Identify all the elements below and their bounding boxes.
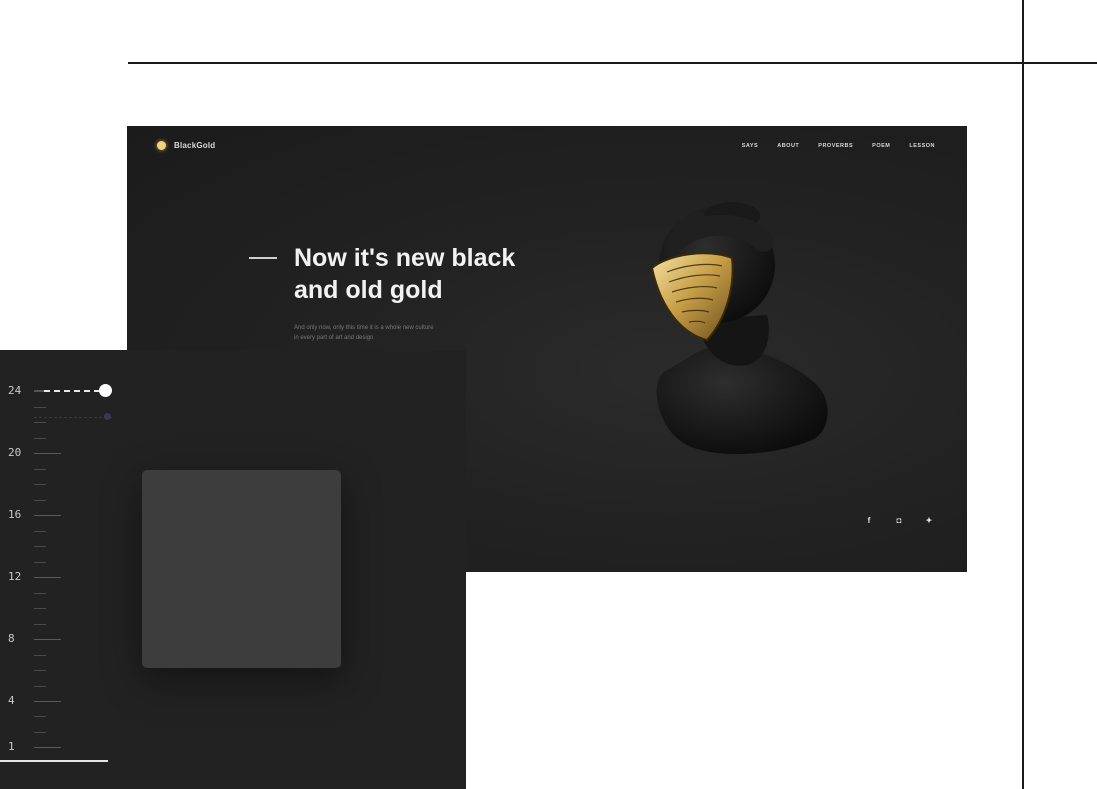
size-slider-panel: 24 20 16 12 8 4 1 <box>0 350 466 789</box>
ruler-label: 16 <box>8 508 22 521</box>
ruler-minor-tick <box>34 732 46 733</box>
ruler-minor-tick <box>34 562 46 563</box>
ruler-label: 1 <box>8 740 15 753</box>
instagram-icon[interactable]: ◘ <box>893 514 905 526</box>
ruler-major-tick <box>34 701 61 702</box>
twitter-icon[interactable]: ✦ <box>923 514 935 526</box>
nav-item-about[interactable]: ABOUT <box>777 143 799 149</box>
ruler-major-tick <box>34 515 61 516</box>
ruler-minor-tick <box>34 593 46 594</box>
headline-line-2: and old gold <box>294 276 443 304</box>
ruler-minor-tick <box>34 670 46 671</box>
ruler-label: 8 <box>8 632 15 645</box>
nav-item-says[interactable]: SAYS <box>742 143 758 149</box>
ruler-label: 4 <box>8 694 15 707</box>
ruler-label: 20 <box>8 446 22 459</box>
ruler-minor-tick <box>34 546 46 547</box>
ruler-minor-tick <box>34 624 46 625</box>
ruler-minor-tick <box>34 608 46 609</box>
ruler-major-tick <box>34 639 61 640</box>
preview-card <box>142 470 341 668</box>
subtext-line-2: in every part of art and design <box>294 335 374 341</box>
nav-item-proverbs[interactable]: PROVERBS <box>818 143 853 149</box>
hero-headline: Now it's new black and old gold <box>294 242 594 306</box>
slider-track-dashed <box>34 390 100 392</box>
brand-dot-icon <box>157 141 166 150</box>
ruler-major-tick <box>34 453 61 454</box>
slider-handle[interactable] <box>99 384 112 397</box>
nav-item-lesson[interactable]: LESSON <box>909 143 935 149</box>
headline-dash <box>249 257 277 259</box>
brand-logo[interactable]: BlackGold <box>157 141 215 150</box>
ruler-minor-tick <box>34 422 46 423</box>
slider-ghost-handle <box>104 413 111 420</box>
ruler-minor-tick <box>34 655 46 656</box>
vertical-guide-line <box>1022 0 1024 789</box>
facebook-icon[interactable]: f <box>863 514 875 526</box>
nav-item-poem[interactable]: POEM <box>872 143 890 149</box>
subtext-line-1: And only now, only this time it is a who… <box>294 325 434 331</box>
headline-line-1: Now it's new black <box>294 244 516 272</box>
ruler-minor-tick <box>34 407 46 408</box>
ruler-minor-tick <box>34 686 46 687</box>
ruler-minor-tick <box>34 716 46 717</box>
bust-sculpture-image <box>650 202 828 455</box>
ruler-minor-tick <box>34 531 46 532</box>
hero-subtext: And only now, only this time it is a who… <box>294 323 534 343</box>
brand-name: BlackGold <box>174 141 216 150</box>
horizontal-guide-line <box>128 62 1097 64</box>
ruler-minor-tick <box>34 500 46 501</box>
slider-ghost-track <box>34 417 112 419</box>
social-links: f ◘ ✦ <box>863 514 935 526</box>
main-nav: SAYS ABOUT PROVERBS POEM LESSON <box>742 143 935 149</box>
ruler-major-tick <box>34 577 61 578</box>
ruler-minor-tick <box>34 469 46 470</box>
ruler-label: 24 <box>8 384 22 397</box>
ruler-minor-tick <box>34 438 46 439</box>
ruler-minor-tick <box>34 484 46 485</box>
ruler-major-tick <box>34 747 61 748</box>
ruler-baseline <box>0 760 108 762</box>
ruler-label: 12 <box>8 570 22 583</box>
